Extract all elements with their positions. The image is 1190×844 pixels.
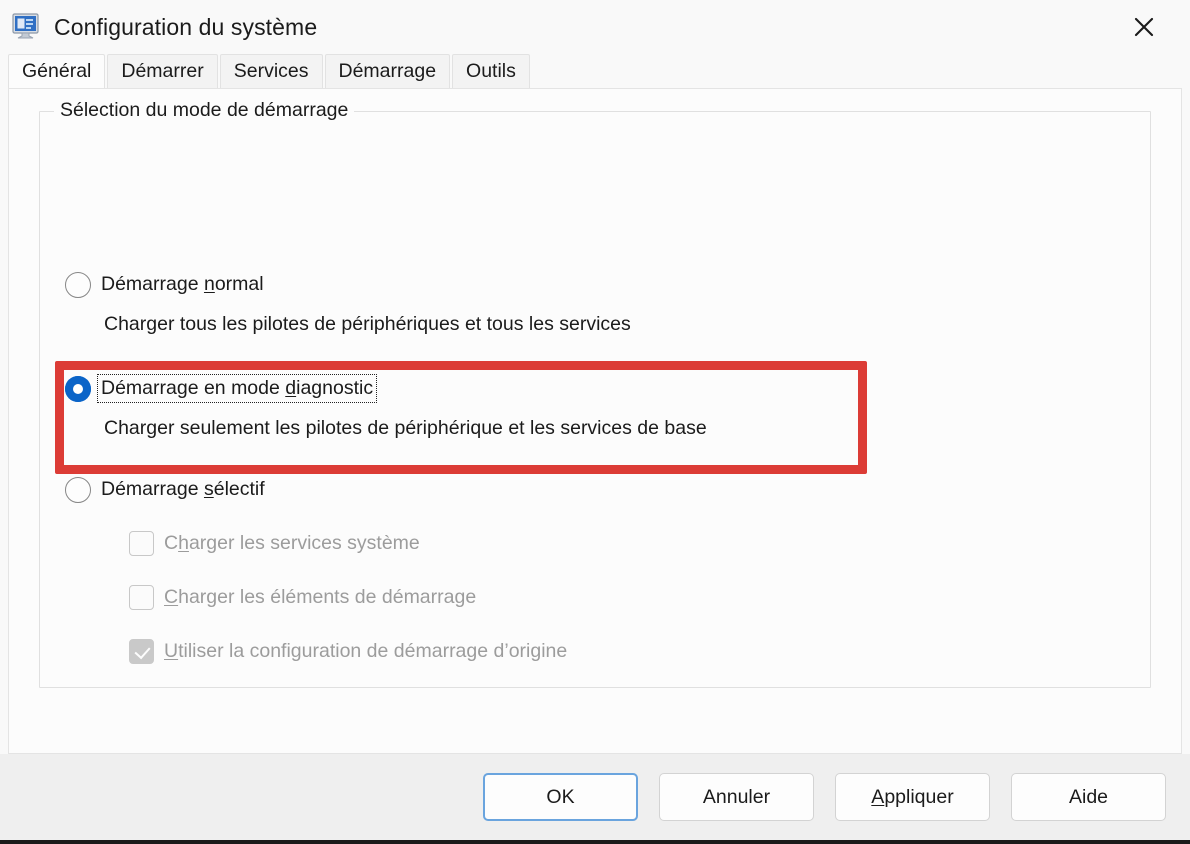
window-title: Configuration du système: [54, 13, 318, 40]
tab-demarrage-label: Démarrage: [338, 60, 437, 82]
system-configuration-icon: [10, 10, 44, 44]
tab-outils-label: Outils: [466, 60, 516, 82]
help-button-label: Aide: [1068, 785, 1109, 808]
radio-selective-startup-label: Démarrage sélectif: [101, 478, 265, 500]
cancel-button-label: Annuler: [702, 785, 771, 808]
tab-strip: Général Démarrer Services Démarrage Outi…: [0, 54, 1190, 88]
tab-demarrer-label: Démarrer: [121, 60, 204, 82]
checkbox-load-system-services-label: Charger les services système: [164, 532, 420, 554]
radio-normal-startup-label: Démarrage normal: [101, 273, 264, 295]
checkbox-use-original-boot-config[interactable]: Utiliser la configuration de démarrage d…: [129, 639, 567, 664]
system-configuration-window: Configuration du système Général Démarre…: [0, 0, 1190, 844]
title-bar: Configuration du système: [0, 0, 1190, 54]
checkbox-use-original-boot-config-box[interactable]: [129, 639, 154, 664]
checkbox-load-system-services[interactable]: Charger les services système: [129, 531, 420, 556]
tab-demarrer[interactable]: Démarrer: [107, 54, 218, 88]
radio-selective-startup-indicator[interactable]: [65, 476, 91, 503]
tab-outils[interactable]: Outils: [452, 54, 530, 88]
apply-button[interactable]: Appliquer: [835, 773, 990, 821]
radio-diagnostic-startup-description: Charger seulement les pilotes de périphé…: [104, 417, 707, 439]
tab-general-label: Général: [22, 60, 92, 82]
dialog-button-bar: OK Annuler Appliquer Aide: [0, 754, 1190, 840]
radio-selective-startup[interactable]: Démarrage sélectif: [65, 476, 268, 503]
radio-normal-startup-description: Charger tous les pilotes de périphérique…: [104, 313, 631, 335]
radio-normal-startup[interactable]: Démarrage normal: [65, 271, 267, 298]
radio-diagnostic-startup-label: Démarrage en mode diagnostic: [96, 374, 378, 403]
help-button[interactable]: Aide: [1011, 773, 1166, 821]
ok-button-label: OK: [546, 785, 575, 808]
checkbox-use-original-boot-config-label: Utiliser la configuration de démarrage d…: [164, 640, 568, 662]
tab-panel-general: Sélection du mode de démarrage Démarrage…: [8, 88, 1182, 754]
groupbox-label: Sélection du mode de démarrage: [54, 99, 355, 122]
checkbox-load-system-services-box[interactable]: [129, 531, 154, 556]
ok-button[interactable]: OK: [483, 773, 638, 821]
tab-services[interactable]: Services: [219, 54, 323, 88]
tab-demarrage[interactable]: Démarrage: [324, 54, 451, 88]
cancel-button[interactable]: Annuler: [659, 773, 814, 821]
radio-normal-startup-indicator[interactable]: [65, 271, 91, 298]
close-icon[interactable]: [1098, 0, 1190, 54]
radio-diagnostic-startup-indicator[interactable]: [65, 375, 91, 402]
apply-button-label: Appliquer: [871, 785, 954, 808]
checkbox-load-startup-items-label: Charger les éléments de démarrage: [164, 586, 477, 608]
tab-services-label: Services: [233, 60, 309, 82]
checkbox-load-startup-items[interactable]: Charger les éléments de démarrage: [129, 585, 476, 610]
tab-general[interactable]: Général: [8, 54, 106, 88]
radio-diagnostic-startup[interactable]: Démarrage en mode diagnostic: [65, 374, 378, 403]
checkbox-load-startup-items-box[interactable]: [129, 585, 154, 610]
